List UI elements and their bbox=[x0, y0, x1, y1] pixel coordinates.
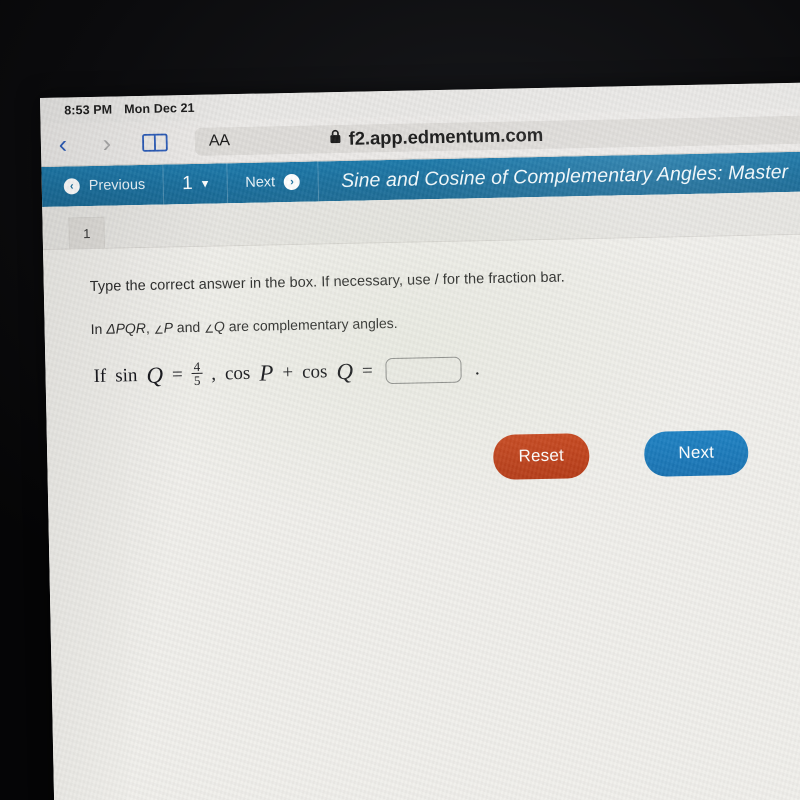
book-icon[interactable] bbox=[129, 132, 181, 153]
content-area: 1 Type the correct answer in the box. If… bbox=[42, 191, 800, 800]
equation-line: If sin Q = 4 5 , cos P + cos Q = . bbox=[93, 349, 800, 391]
next-nav-button[interactable]: Next › bbox=[226, 161, 320, 204]
status-date: Mon Dec 21 bbox=[124, 100, 195, 117]
question-number-tab[interactable]: 1 bbox=[68, 216, 106, 249]
equation-period: . bbox=[474, 357, 480, 380]
equation-var-p: P bbox=[259, 360, 274, 386]
given-and: and bbox=[172, 318, 205, 336]
triangle-label: ΔPQR bbox=[106, 319, 147, 337]
equation-comma: , bbox=[211, 363, 217, 385]
question-panel: Type the correct answer in the box. If n… bbox=[43, 233, 800, 800]
action-buttons: Reset Next bbox=[492, 428, 800, 480]
question-instruction: Type the correct answer in the box. If n… bbox=[89, 269, 565, 296]
chevron-left-icon[interactable]: ‹ bbox=[41, 130, 85, 158]
status-time: 8:53 PM bbox=[64, 102, 113, 118]
address-bar[interactable]: AA bbox=[194, 115, 800, 156]
previous-button[interactable]: ‹ Previous bbox=[41, 164, 165, 207]
equation-plus: + bbox=[282, 361, 294, 383]
answer-input[interactable] bbox=[385, 356, 463, 384]
arrow-right-circle-icon: › bbox=[283, 173, 301, 191]
equation-var-q2: Q bbox=[336, 358, 354, 384]
fraction-denominator: 5 bbox=[193, 373, 201, 389]
angle-symbol-icon: ∠ bbox=[153, 324, 164, 337]
page-selector[interactable]: 1 ▾ bbox=[163, 163, 228, 205]
equation-sin: sin bbox=[115, 364, 138, 387]
equation-cos-2: cos bbox=[301, 361, 328, 383]
text-size-button[interactable]: AA bbox=[209, 132, 230, 150]
reset-button[interactable]: Reset bbox=[492, 432, 590, 480]
next-nav-label: Next bbox=[245, 174, 276, 191]
given-suffix: are complementary angles. bbox=[224, 314, 398, 335]
given-prefix: In bbox=[90, 320, 107, 338]
question-given-statement: In ΔPQR, ∠P and ∠Q are complementary ang… bbox=[90, 307, 800, 337]
photo-of-tablet-screen: 8:53 PM Mon Dec 21 ‹ › AA f2.app.edmentu… bbox=[0, 0, 800, 800]
chevron-down-icon: ▾ bbox=[201, 175, 209, 191]
equation-var-q1: Q bbox=[146, 362, 164, 388]
equation-if: If bbox=[93, 365, 107, 387]
fraction-four-fifths: 4 5 bbox=[191, 359, 203, 389]
equation-equals-2: = bbox=[361, 360, 373, 382]
angle-q-label: Q bbox=[213, 318, 225, 335]
page-number: 1 bbox=[181, 172, 193, 195]
angle-symbol-icon-2: ∠ bbox=[204, 323, 215, 336]
tablet-screen: 8:53 PM Mon Dec 21 ‹ › AA f2.app.edmentu… bbox=[40, 82, 800, 800]
next-button[interactable]: Next bbox=[643, 429, 749, 477]
chevron-right-icon[interactable]: › bbox=[85, 129, 129, 157]
fraction-numerator: 4 bbox=[191, 359, 203, 375]
arrow-left-circle-icon: ‹ bbox=[63, 178, 80, 195]
equation-cos-1: cos bbox=[224, 362, 251, 385]
previous-label: Previous bbox=[88, 176, 146, 195]
equation-equals-1: = bbox=[171, 363, 183, 386]
